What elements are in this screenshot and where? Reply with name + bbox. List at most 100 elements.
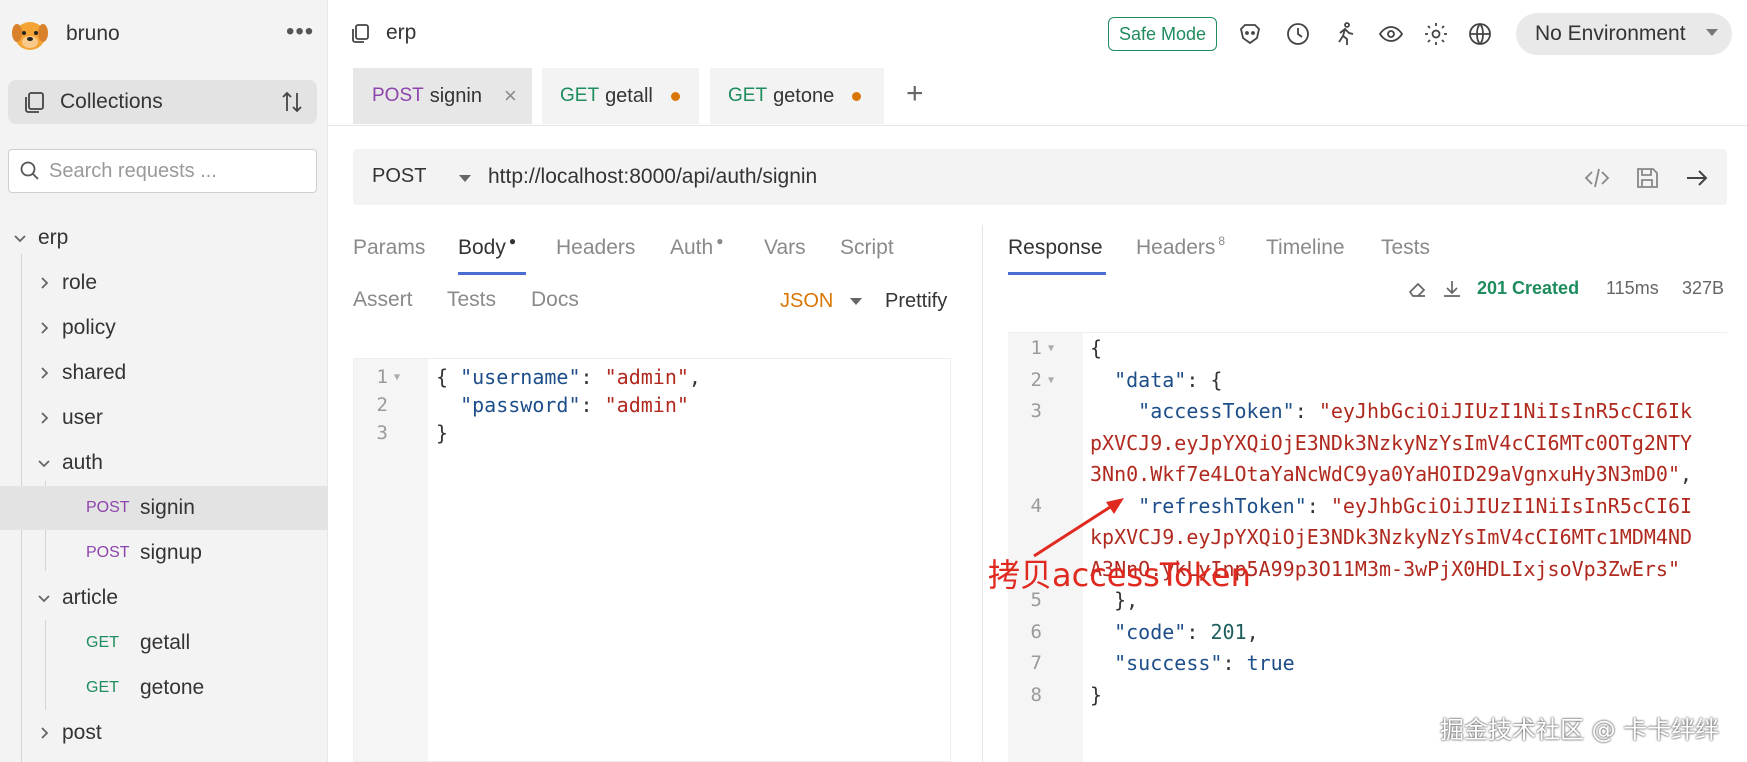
tab-response[interactable]: Response <box>1008 236 1103 260</box>
code-token: 201 <box>1210 619 1247 644</box>
code-line: } <box>1090 680 1102 711</box>
body-mode-selector[interactable]: JSON <box>780 290 833 313</box>
folder-policy[interactable]: policy <box>34 313 116 343</box>
tab-tests[interactable]: Tests <box>447 288 496 312</box>
request-name: signup <box>140 541 202 564</box>
line-number: 3 <box>376 422 388 444</box>
tab-docs[interactable]: Docs <box>531 288 579 312</box>
folder-user[interactable]: user <box>34 403 103 433</box>
new-tab-icon[interactable]: + <box>906 79 932 110</box>
tab-getall[interactable]: GET getall <box>542 68 699 124</box>
code-token: "refreshToken" <box>1138 493 1307 518</box>
code-token: , <box>1246 619 1259 644</box>
folder-post[interactable]: post <box>34 718 102 748</box>
code-token: "username" <box>460 365 581 389</box>
download-icon[interactable] <box>1441 278 1463 300</box>
request-item-getone[interactable]: GET getone <box>0 666 328 710</box>
active-tab-underline <box>458 272 526 275</box>
watermark: 掘金技术社区 @ 卡卡绊绊 <box>1440 716 1720 744</box>
send-arrow-icon[interactable] <box>1683 164 1711 192</box>
eye-icon[interactable] <box>1377 20 1405 48</box>
save-icon[interactable] <box>1633 164 1661 192</box>
bruno-icon[interactable] <box>1236 20 1264 48</box>
fold-caret-icon[interactable]: ▼ <box>1048 365 1054 396</box>
tab-assert[interactable]: Assert <box>353 288 413 312</box>
line-number: 2 <box>1030 368 1042 391</box>
code-token: : <box>1306 493 1331 518</box>
tab-response-headers[interactable]: Headers 8 <box>1136 234 1225 260</box>
tab-vars[interactable]: Vars <box>764 236 806 260</box>
gear-icon[interactable] <box>1422 20 1450 48</box>
ellipsis-icon[interactable]: ••• <box>286 20 314 46</box>
sort-icon[interactable] <box>279 89 305 115</box>
tab-timeline[interactable]: Timeline <box>1266 236 1345 260</box>
tab-getone[interactable]: GET getone <box>710 68 884 124</box>
request-body-editor[interactable]: 1 { "username": "admin", 2 "password": "ad… <box>353 358 951 762</box>
safe-mode-button[interactable]: Safe Mode <box>1108 17 1218 51</box>
pane-divider[interactable] <box>982 225 983 762</box>
code-token: { <box>1090 336 1103 360</box>
collection-erp[interactable]: erp <box>0 223 68 253</box>
code-token: pXVCJ9.eyJpYXQiOjE3NDk3NzkyNzYsImV4cCI6M… <box>1090 430 1693 455</box>
request-item-signup[interactable]: POST signup <box>0 531 328 575</box>
code-token: "eyJhbGciOiJIUzI1NiIsInR5cCI6I <box>1330 493 1693 518</box>
folder-shared[interactable]: shared <box>34 358 126 388</box>
active-tab-underline <box>1008 272 1106 275</box>
tab-method: POST <box>372 85 424 106</box>
tab-headers[interactable]: Headers <box>556 236 635 260</box>
code-token: kpXVCJ9.eyJpYXQiOjE3NDk3NzkyNzYsImV4cCI6… <box>1090 525 1693 549</box>
globe-icon[interactable] <box>1466 20 1494 48</box>
code-icon[interactable] <box>1583 164 1611 192</box>
app-brand[interactable]: bruno <box>10 14 120 54</box>
collection-title-text: erp <box>386 21 417 44</box>
folder-article[interactable]: article <box>34 583 118 613</box>
tab-response-tests[interactable]: Tests <box>1381 236 1430 260</box>
line-number: 1 <box>1030 337 1042 359</box>
app-name: bruno <box>66 22 120 45</box>
tab-body[interactable]: Body ● <box>458 234 516 260</box>
code-token: { <box>436 365 461 389</box>
folder-label: post <box>62 721 102 744</box>
chevron-right-icon <box>41 412 49 424</box>
line-number: 8 <box>1030 683 1042 706</box>
tab-params[interactable]: Params <box>353 236 425 260</box>
close-icon[interactable]: × <box>504 83 517 109</box>
folder-auth[interactable]: auth <box>34 448 103 478</box>
search-icon <box>20 161 39 180</box>
tab-auth[interactable]: Auth ● <box>670 234 723 260</box>
tab-label: signin <box>429 84 482 107</box>
environment-selector[interactable]: No Environment <box>1516 13 1732 55</box>
tab-method: GET <box>560 85 600 106</box>
folder-role[interactable]: role <box>34 268 97 298</box>
code-token: "success" <box>1114 651 1223 675</box>
tab-script[interactable]: Script <box>840 236 894 260</box>
url-bar: POST http://localhost:8000/api/auth/sign… <box>353 149 1727 205</box>
folder-label: shared <box>62 361 127 384</box>
code-line: "password": "admin" <box>436 390 689 421</box>
collections-header[interactable]: Collections <box>8 80 317 124</box>
chevron-down-icon[interactable] <box>459 175 471 182</box>
fold-caret-icon[interactable]: ▼ <box>1048 333 1054 364</box>
eraser-icon[interactable] <box>1406 278 1428 300</box>
url-input[interactable]: http://localhost:8000/api/auth/signin <box>488 165 817 189</box>
chevron-down-icon[interactable] <box>850 298 862 305</box>
request-item-signin[interactable]: POST signin <box>0 486 328 530</box>
request-name: getall <box>140 631 191 654</box>
chevron-right-icon <box>41 367 49 379</box>
fold-caret-icon[interactable]: ▼ <box>394 362 400 393</box>
code-line: 3Nn0.Wkf7e4LOtaYaNcWdC9ya0YaHOID29aVgnxu… <box>1090 459 1692 490</box>
runner-icon[interactable] <box>1331 20 1359 48</box>
search-input[interactable] <box>49 159 299 183</box>
collection-icon <box>352 24 369 43</box>
sidebar: bruno ••• Collections erp role policy sh… <box>0 0 328 762</box>
method-selector[interactable]: POST <box>372 165 426 188</box>
prettify-button[interactable]: Prettify <box>885 290 947 313</box>
request-item-getall[interactable]: GET getall <box>0 621 328 665</box>
code-line: "accessToken": "eyJhbGciOiJIUzI1NiIsInR5… <box>1090 396 1692 427</box>
code-line: kpXVCJ9.eyJpYXQiOjE3NDk3NzkyNzYsImV4cCI6… <box>1090 522 1692 553</box>
folder-label: user <box>62 406 103 429</box>
tab-signin[interactable]: POST signin × <box>353 68 532 124</box>
code-token: "eyJhbGciOiJIUzI1NiIsInR5cCI6Ik <box>1318 399 1693 423</box>
history-icon[interactable] <box>1284 20 1312 48</box>
